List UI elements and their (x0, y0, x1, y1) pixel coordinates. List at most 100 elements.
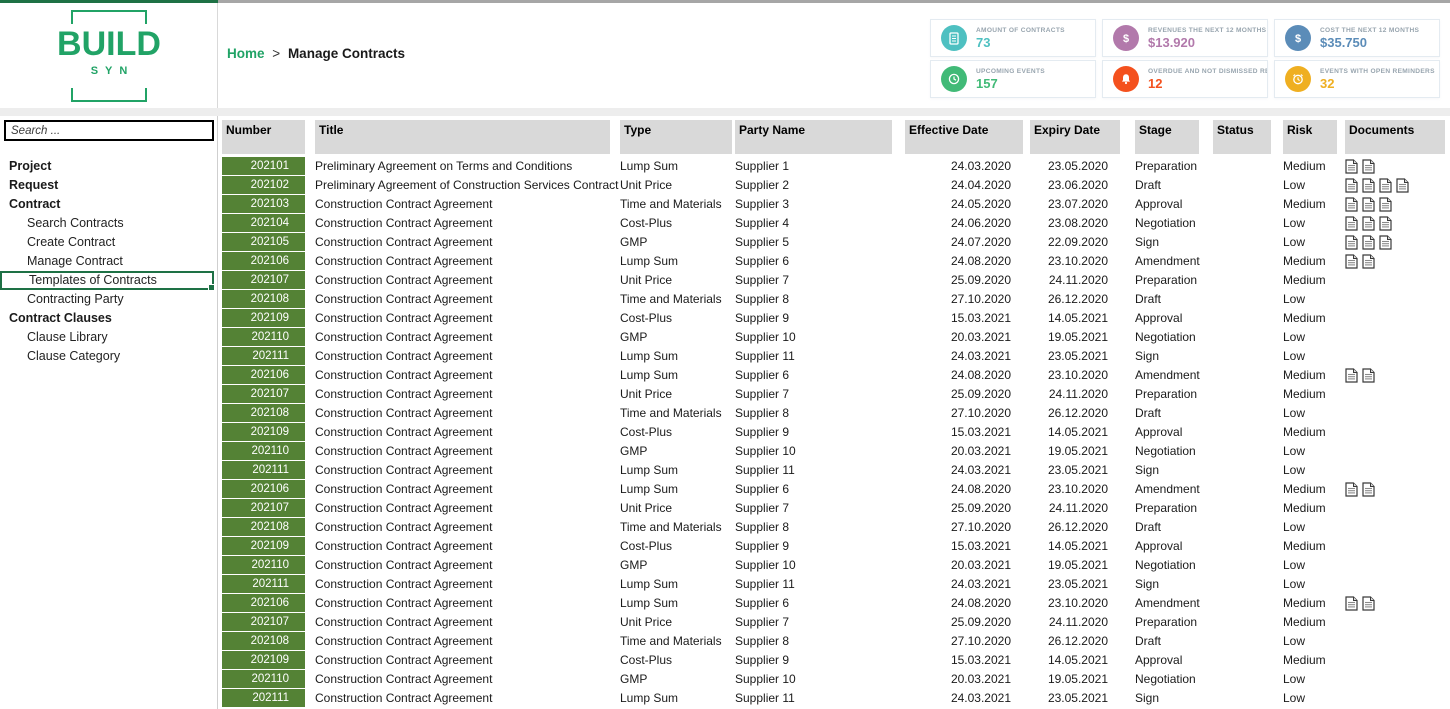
table-row[interactable]: 202102 Preliminary Agreement of Construc… (219, 176, 1450, 195)
table-row[interactable]: 202104 Construction Contract Agreement C… (219, 214, 1450, 233)
sidebar-item-create-contract[interactable]: Create Contract (0, 233, 217, 252)
document-icon[interactable] (1362, 159, 1375, 174)
document-icon[interactable] (1362, 197, 1375, 212)
contract-number-cell[interactable]: 202106 (222, 366, 305, 384)
document-icon[interactable] (1379, 216, 1392, 231)
document-icon[interactable] (1379, 197, 1392, 212)
kpi-card[interactable]: OVERDUE AND NOT DISMISSED REMINDERS 12 (1102, 60, 1268, 98)
contract-number-cell[interactable]: 202109 (222, 309, 305, 327)
table-row[interactable]: 202111 Construction Contract Agreement L… (219, 575, 1450, 594)
document-icon[interactable] (1345, 216, 1358, 231)
table-row[interactable]: 202110 Construction Contract Agreement G… (219, 328, 1450, 347)
document-icon[interactable] (1362, 254, 1375, 269)
table-row[interactable]: 202108 Construction Contract Agreement T… (219, 632, 1450, 651)
contract-number-cell[interactable]: 202111 (222, 689, 305, 707)
contract-number-cell[interactable]: 202111 (222, 347, 305, 365)
table-row[interactable]: 202111 Construction Contract Agreement L… (219, 461, 1450, 480)
sidebar-item-contract[interactable]: Contract (0, 195, 217, 214)
table-row[interactable]: 202110 Construction Contract Agreement G… (219, 670, 1450, 689)
table-row[interactable]: 202103 Construction Contract Agreement T… (219, 195, 1450, 214)
contract-number-cell[interactable]: 202108 (222, 404, 305, 422)
table-row[interactable]: 202111 Construction Contract Agreement L… (219, 347, 1450, 366)
table-row[interactable]: 202108 Construction Contract Agreement T… (219, 290, 1450, 309)
contract-number-cell[interactable]: 202110 (222, 556, 305, 574)
document-icon[interactable] (1396, 178, 1409, 193)
table-row[interactable]: 202107 Construction Contract Agreement U… (219, 613, 1450, 632)
contract-number-cell[interactable]: 202101 (222, 157, 305, 175)
table-row[interactable]: 202109 Construction Contract Agreement C… (219, 537, 1450, 556)
contract-number-cell[interactable]: 202107 (222, 613, 305, 631)
table-row[interactable]: 202109 Construction Contract Agreement C… (219, 651, 1450, 670)
contract-number-cell[interactable]: 202103 (222, 195, 305, 213)
document-icon[interactable] (1362, 368, 1375, 383)
contract-number-cell[interactable]: 202107 (222, 499, 305, 517)
contract-number-cell[interactable]: 202107 (222, 385, 305, 403)
table-row[interactable]: 202106 Construction Contract Agreement L… (219, 594, 1450, 613)
document-icon[interactable] (1379, 235, 1392, 250)
sidebar-item-clause-library[interactable]: Clause Library (0, 328, 217, 347)
search-input[interactable] (4, 120, 214, 141)
contract-number-cell[interactable]: 202106 (222, 252, 305, 270)
document-icon[interactable] (1345, 235, 1358, 250)
table-row[interactable]: 202108 Construction Contract Agreement T… (219, 518, 1450, 537)
document-icon[interactable] (1362, 216, 1375, 231)
document-icon[interactable] (1345, 596, 1358, 611)
contract-number-cell[interactable]: 202111 (222, 575, 305, 593)
table-row[interactable]: 202107 Construction Contract Agreement U… (219, 499, 1450, 518)
table-row[interactable]: 202105 Construction Contract Agreement G… (219, 233, 1450, 252)
contract-number-cell[interactable]: 202108 (222, 518, 305, 536)
table-row[interactable]: 202109 Construction Contract Agreement C… (219, 423, 1450, 442)
contract-number-cell[interactable]: 202110 (222, 670, 305, 688)
sidebar-item-search-contracts[interactable]: Search Contracts (0, 214, 217, 233)
contract-number-cell[interactable]: 202102 (222, 176, 305, 194)
document-icon[interactable] (1345, 254, 1358, 269)
kpi-card[interactable]: EVENTS WITH OPEN REMINDERS 32 (1274, 60, 1440, 98)
kpi-card[interactable]: AMOUNT OF CONTRACTS 73 (930, 19, 1096, 57)
document-icon[interactable] (1362, 482, 1375, 497)
kpi-card[interactable]: UPCOMING EVENTS 157 (930, 60, 1096, 98)
document-icon[interactable] (1345, 178, 1358, 193)
sidebar-item-templates-of-contracts[interactable]: Templates of Contracts (0, 271, 214, 290)
kpi-card[interactable]: $ COST THE NEXT 12 MONTHS $35.750 (1274, 19, 1440, 57)
table-row[interactable]: 202110 Construction Contract Agreement G… (219, 442, 1450, 461)
contract-number-cell[interactable]: 202104 (222, 214, 305, 232)
sidebar-item-contracting-party[interactable]: Contracting Party (0, 290, 217, 309)
table-row[interactable]: 202110 Construction Contract Agreement G… (219, 556, 1450, 575)
sidebar-item-request[interactable]: Request (0, 176, 217, 195)
breadcrumb-home-link[interactable]: Home (227, 46, 265, 61)
document-icon[interactable] (1362, 235, 1375, 250)
document-icon[interactable] (1379, 178, 1392, 193)
table-row[interactable]: 202109 Construction Contract Agreement C… (219, 309, 1450, 328)
contract-number-cell[interactable]: 202109 (222, 651, 305, 669)
document-icon[interactable] (1345, 197, 1358, 212)
table-row[interactable]: 202107 Construction Contract Agreement U… (219, 271, 1450, 290)
contract-number-cell[interactable]: 202110 (222, 328, 305, 346)
sidebar-item-project[interactable]: Project (0, 157, 217, 176)
table-row[interactable]: 202106 Construction Contract Agreement L… (219, 366, 1450, 385)
document-icon[interactable] (1362, 596, 1375, 611)
contract-number-cell[interactable]: 202106 (222, 480, 305, 498)
contract-number-cell[interactable]: 202109 (222, 537, 305, 555)
sidebar-item-clause-category[interactable]: Clause Category (0, 347, 217, 366)
contract-number-cell[interactable]: 202108 (222, 632, 305, 650)
table-row[interactable]: 202106 Construction Contract Agreement L… (219, 480, 1450, 499)
document-icon[interactable] (1345, 159, 1358, 174)
contract-number-cell[interactable]: 202107 (222, 271, 305, 289)
sidebar-item-manage-contract[interactable]: Manage Contract (0, 252, 217, 271)
contract-number-cell[interactable]: 202106 (222, 594, 305, 612)
sidebar-item-contract-clauses[interactable]: Contract Clauses (0, 309, 217, 328)
table-row[interactable]: 202101 Preliminary Agreement on Terms an… (219, 157, 1450, 176)
document-icon[interactable] (1362, 178, 1375, 193)
table-row[interactable]: 202108 Construction Contract Agreement T… (219, 404, 1450, 423)
contract-number-cell[interactable]: 202109 (222, 423, 305, 441)
contract-number-cell[interactable]: 202111 (222, 461, 305, 479)
contract-number-cell[interactable]: 202105 (222, 233, 305, 251)
table-row[interactable]: 202107 Construction Contract Agreement U… (219, 385, 1450, 404)
table-row[interactable]: 202111 Construction Contract Agreement L… (219, 689, 1450, 708)
contract-number-cell[interactable]: 202110 (222, 442, 305, 460)
document-icon[interactable] (1345, 368, 1358, 383)
kpi-card[interactable]: $ REVENUES THE NEXT 12 MONTHS $13.920 (1102, 19, 1268, 57)
table-row[interactable]: 202106 Construction Contract Agreement L… (219, 252, 1450, 271)
document-icon[interactable] (1345, 482, 1358, 497)
contract-number-cell[interactable]: 202108 (222, 290, 305, 308)
